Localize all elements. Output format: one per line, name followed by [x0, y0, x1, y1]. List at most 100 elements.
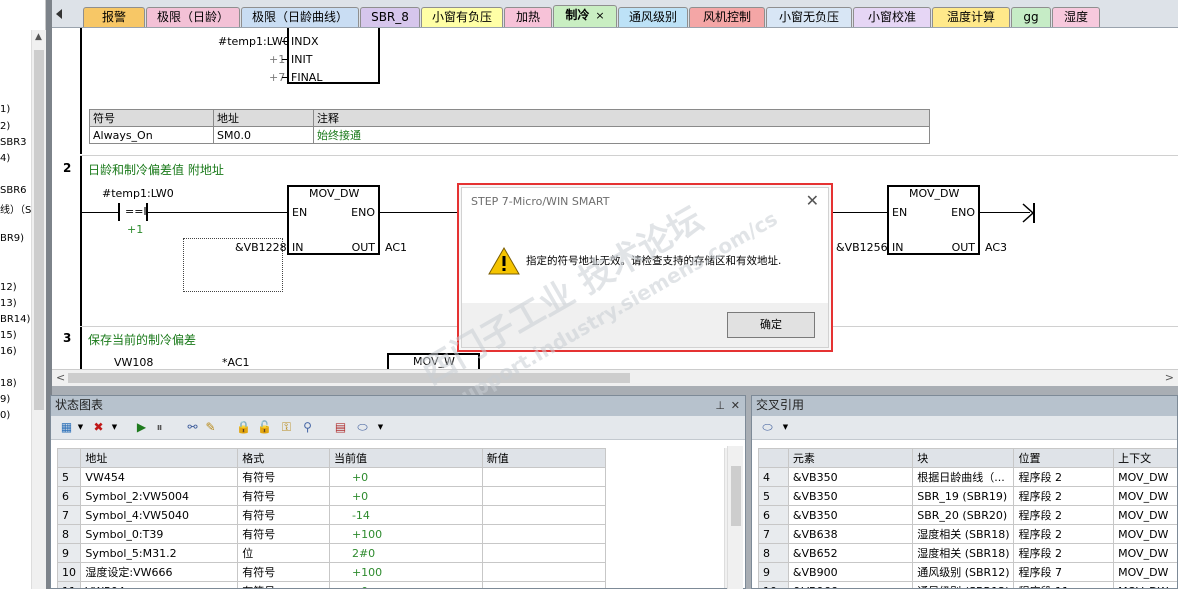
- address-cell[interactable]: Symbol_0:T39: [80, 524, 239, 544]
- pin-icon[interactable]: ⊥: [715, 396, 725, 415]
- pause-icon[interactable]: ⏸: [152, 420, 167, 435]
- tab-2[interactable]: 极限（日龄曲线）: [241, 7, 359, 27]
- start-monitor-icon[interactable]: ▶: [134, 420, 149, 435]
- tab-13[interactable]: 湿度: [1052, 7, 1100, 27]
- tab-close-icon[interactable]: ×: [595, 9, 604, 22]
- status-header-cell[interactable]: 新值: [481, 448, 607, 468]
- mov-dw-box-1[interactable]: MOV_DW EN ENO IN OUT: [287, 185, 380, 255]
- xref-header-cell[interactable]: [758, 448, 789, 468]
- new-value-cell[interactable]: [481, 505, 607, 525]
- mov-dw-box-2[interactable]: MOV_DW EN ENO IN OUT: [887, 185, 980, 255]
- tab-9[interactable]: 小窗无负压: [766, 7, 852, 27]
- new-value-cell[interactable]: [481, 524, 607, 544]
- xref-header-cell[interactable]: 元素: [787, 448, 914, 468]
- ok-button[interactable]: 确定: [727, 312, 815, 338]
- table-row[interactable]: 7 Symbol_4:VW5040 有符号 -14: [56, 505, 607, 525]
- close-icon[interactable]: ✕: [731, 396, 740, 415]
- tab-0[interactable]: 报警: [83, 7, 145, 27]
- address-cell[interactable]: Symbol_2:VW5004: [80, 486, 239, 506]
- contact-operand[interactable]: #temp1:LW0: [102, 187, 174, 200]
- format-cell[interactable]: 有符号: [237, 581, 330, 588]
- status-header-cell[interactable]: 格式: [237, 448, 330, 468]
- selection-cursor[interactable]: [183, 238, 283, 292]
- scrollbar-thumb[interactable]: [731, 466, 741, 526]
- tree-scrollbar[interactable]: ▲: [31, 30, 46, 589]
- tree-item[interactable]: 15): [0, 330, 17, 341]
- out-operand[interactable]: AC3: [985, 241, 1007, 254]
- table-row[interactable]: 4 &VB350 根据日龄曲线（... 程序段 2 MOV_DW: [758, 467, 1177, 487]
- dropdown-icon[interactable]: ▼: [778, 420, 793, 435]
- status-vscrollbar-outer[interactable]: [727, 446, 743, 589]
- write-pencil-icon[interactable]: ✎: [203, 420, 218, 435]
- table-row[interactable]: 8 &VB652 湿度相关 (SBR18) 程序段 2 MOV_DW: [758, 543, 1177, 563]
- tab-4[interactable]: 小窗有负压: [421, 7, 503, 27]
- status-header-cell[interactable]: [56, 448, 82, 468]
- tab-1[interactable]: 极限（日龄）: [146, 7, 240, 27]
- scroll-up-icon[interactable]: ▲: [35, 32, 42, 42]
- address-cell[interactable]: VW504: [80, 581, 239, 588]
- table-row[interactable]: 7 &VB638 湿度相关 (SBR18) 程序段 2 MOV_DW: [758, 524, 1177, 544]
- scrollbar-thumb[interactable]: [34, 50, 44, 410]
- display-format-icon[interactable]: ⬭: [760, 420, 775, 435]
- status-header-cell[interactable]: 地址: [80, 448, 239, 468]
- new-value-cell[interactable]: [481, 486, 607, 506]
- display-format-icon[interactable]: ⬭: [355, 420, 370, 435]
- table-row[interactable]: 9 Symbol_5:M31.2 位 2#0: [56, 543, 607, 563]
- scrollbar-thumb[interactable]: [68, 373, 630, 383]
- tree-item[interactable]: SBR6: [0, 185, 27, 196]
- xref-header-cell[interactable]: 块: [912, 448, 1015, 468]
- format-cell[interactable]: 有符号: [237, 505, 330, 525]
- trend-chart-icon[interactable]: ▤: [333, 420, 348, 435]
- tab-7[interactable]: 通风级别: [618, 7, 688, 27]
- table-row[interactable]: 8 Symbol_0:T39 有符号 +100: [56, 524, 607, 544]
- editor-hscrollbar[interactable]: < >: [52, 369, 1178, 386]
- mov-w-box[interactable]: MOV_W: [387, 353, 480, 369]
- tree-item[interactable]: BR14): [0, 314, 30, 325]
- out-operand[interactable]: AC1: [385, 241, 407, 254]
- read-icon[interactable]: ⚯: [185, 420, 200, 435]
- network-title[interactable]: 日龄和制冷偏差值 附地址: [88, 161, 224, 178]
- tree-item[interactable]: 4): [0, 153, 10, 164]
- tree-item[interactable]: 线）（S: [0, 201, 31, 216]
- new-value-cell[interactable]: [481, 562, 607, 582]
- tab-scroll-left-icon[interactable]: [56, 9, 62, 19]
- network-title[interactable]: 保存当前的制冷偏差: [88, 331, 196, 348]
- tree-item[interactable]: 18): [0, 378, 17, 389]
- scroll-left-icon[interactable]: <: [56, 371, 65, 384]
- in-operand[interactable]: &VB1256: [836, 241, 888, 254]
- dropdown-icon[interactable]: ▼: [107, 420, 122, 435]
- new-value-cell[interactable]: [481, 543, 607, 563]
- table-row[interactable]: 5 &VB350 SBR_19 (SBR19) 程序段 2 MOV_DW: [758, 486, 1177, 506]
- new-value-cell[interactable]: [481, 467, 607, 487]
- table-row[interactable]: 10&VB966通风级别 (SBR12)程序段 11MOV_DW: [758, 581, 1177, 588]
- tree-item[interactable]: 9): [0, 394, 10, 405]
- close-icon[interactable]: ✕: [806, 191, 819, 210]
- tree-item[interactable]: SBR3: [0, 137, 27, 148]
- unforce-all-icon[interactable]: ⚿: [279, 420, 294, 435]
- format-cell[interactable]: 位: [237, 543, 330, 563]
- operand[interactable]: *AC1: [222, 356, 250, 369]
- dropdown-icon[interactable]: ▼: [373, 420, 388, 435]
- operand[interactable]: VW108: [114, 356, 153, 369]
- status-header-cell[interactable]: 当前值: [328, 448, 483, 468]
- tab-12[interactable]: gg: [1011, 7, 1051, 27]
- table-row[interactable]: 9 &VB900 通风级别 (SBR12) 程序段 7 MOV_DW: [758, 562, 1177, 582]
- tab-8[interactable]: 风机控制: [689, 7, 765, 27]
- address-cell[interactable]: Symbol_5:M31.2: [80, 543, 239, 563]
- contact-value[interactable]: +1: [127, 223, 143, 236]
- tree-item[interactable]: 12): [0, 282, 17, 293]
- address-cell[interactable]: Symbol_4:VW5040: [80, 505, 239, 525]
- format-cell[interactable]: 有符号: [237, 524, 330, 544]
- table-row[interactable]: 6 &VB350 SBR_20 (SBR20) 程序段 2 MOV_DW: [758, 505, 1177, 525]
- table-row[interactable]: 11VW504有符号+0: [56, 581, 607, 588]
- xref-header-cell[interactable]: 上下文: [1113, 448, 1177, 468]
- format-cell[interactable]: 有符号: [237, 562, 330, 582]
- contact-symbol[interactable]: ==I: [125, 205, 147, 218]
- tree-item[interactable]: 0): [0, 410, 10, 421]
- format-cell[interactable]: 有符号: [237, 486, 330, 506]
- address-cell[interactable]: VW454: [80, 467, 239, 487]
- tree-item[interactable]: BR9): [0, 233, 24, 244]
- insert-row-icon[interactable]: ▦: [59, 420, 74, 435]
- table-row[interactable]: 6 Symbol_2:VW5004 有符号 +0: [56, 486, 607, 506]
- tab-6[interactable]: 制冷 ×: [553, 5, 617, 27]
